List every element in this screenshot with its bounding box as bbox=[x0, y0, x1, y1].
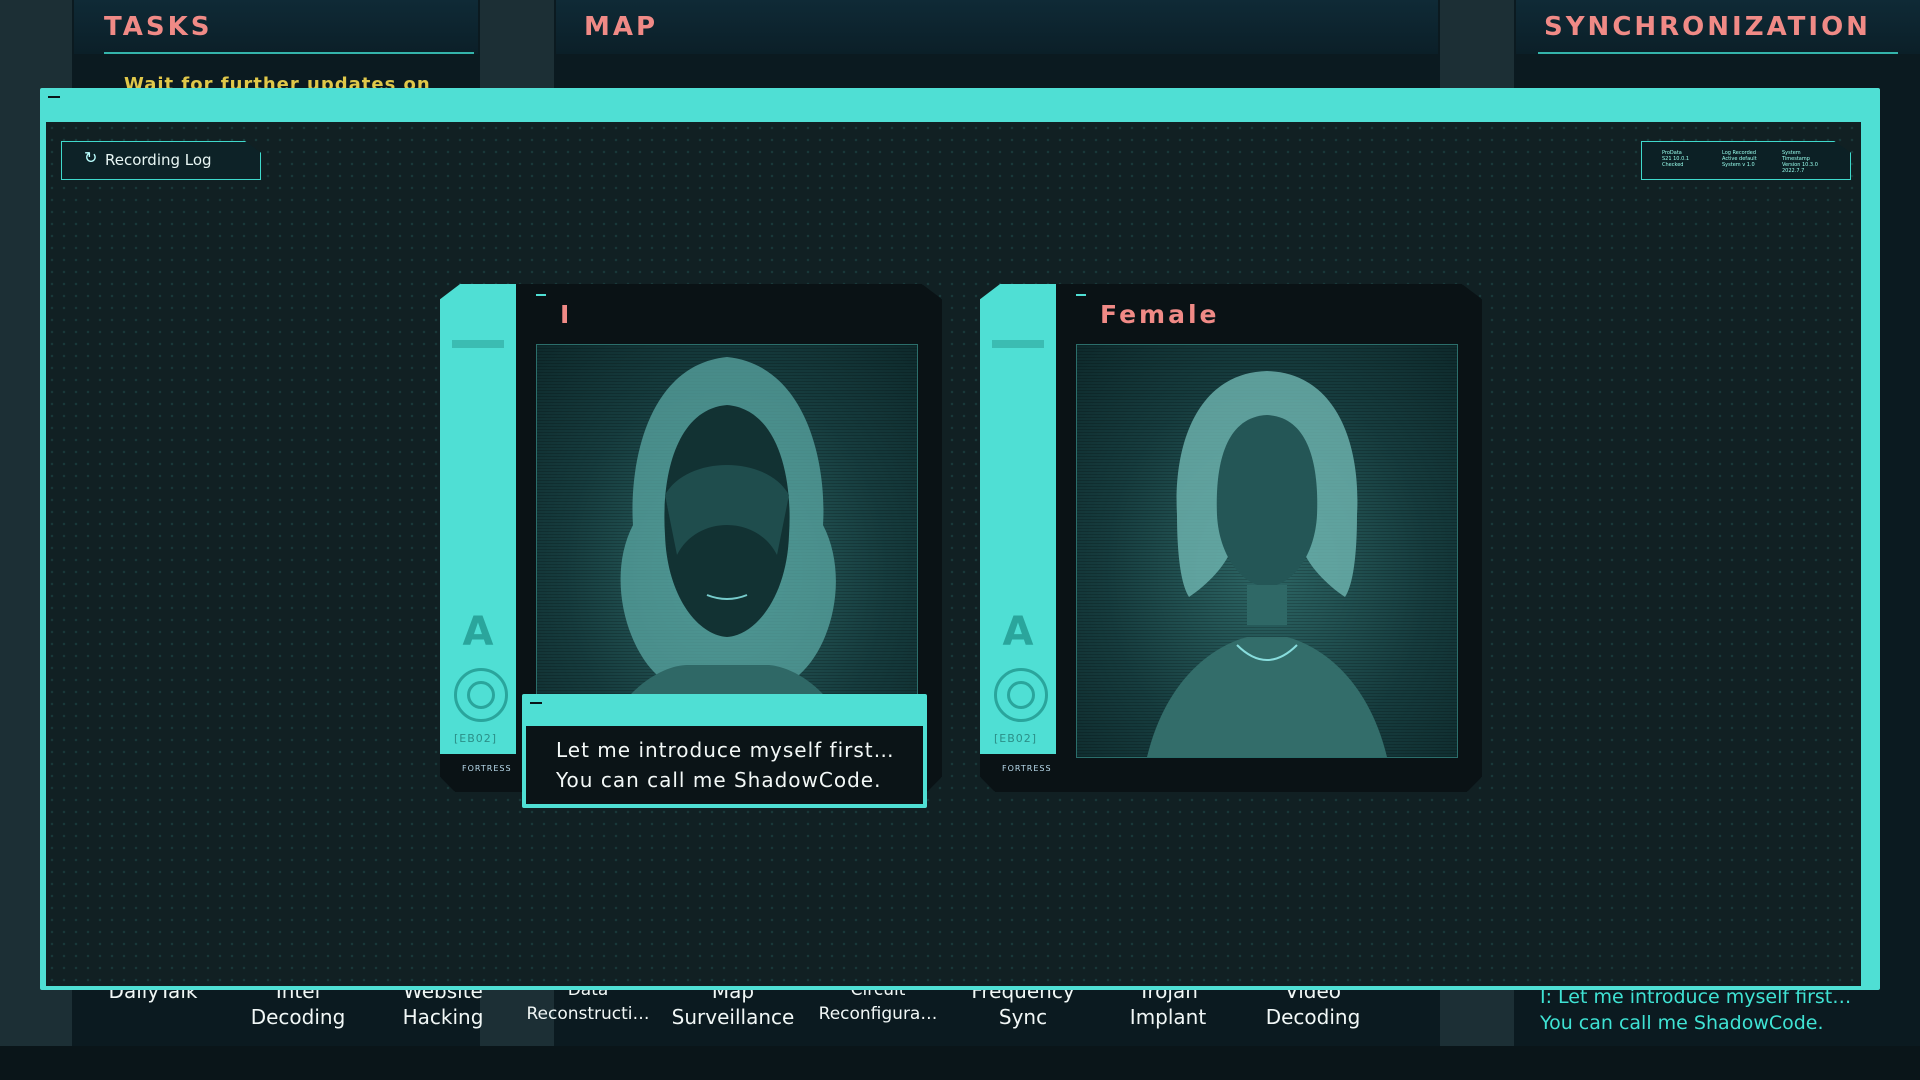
sync-panel-header: SYNCHRONIZATION bbox=[1516, 0, 1920, 54]
dialogue-line-2: You can call me ShadowCode. bbox=[556, 768, 882, 792]
card-name: I bbox=[560, 300, 573, 329]
tasks-divider bbox=[104, 52, 474, 54]
sync-log-line-2: You can call me ShadowCode. bbox=[1540, 1012, 1824, 1034]
name-tick bbox=[536, 294, 546, 296]
status-item: System Timestamp Version 10.3.0 2022.7.7 bbox=[1782, 150, 1818, 174]
card-name: Female bbox=[1100, 300, 1220, 329]
dialogue-body: Let me introduce myself first… You can c… bbox=[526, 726, 923, 804]
sync-divider bbox=[1538, 52, 1898, 54]
map-panel-header: MAP bbox=[556, 0, 1438, 54]
status-item: ProData S21 10.0.1 Checked bbox=[1662, 150, 1690, 168]
card-slot bbox=[992, 340, 1044, 348]
dialogue-line-1: Let me introduce myself first… bbox=[556, 738, 895, 762]
woman-portrait bbox=[1076, 344, 1458, 758]
dialogue-tick bbox=[530, 702, 542, 704]
tasks-title: TASKS bbox=[104, 12, 213, 42]
refresh-icon: ↻ bbox=[84, 148, 98, 167]
card-sidebar: A [EB02] bbox=[440, 284, 516, 754]
aegis-logo: A bbox=[1002, 609, 1034, 655]
card-code: [EB02] bbox=[454, 732, 498, 745]
card-code: [EB02] bbox=[994, 732, 1038, 745]
sync-title: SYNCHRONIZATION bbox=[1544, 12, 1871, 42]
card-footer: FORTRESS bbox=[462, 764, 512, 773]
woman-illustration bbox=[1147, 371, 1387, 757]
card-sidebar: A [EB02] bbox=[980, 284, 1056, 754]
tasks-panel-header: TASKS bbox=[74, 0, 478, 54]
emblem-icon bbox=[994, 668, 1048, 722]
map-title: MAP bbox=[584, 12, 659, 42]
recording-log-modal bbox=[46, 122, 1861, 986]
card-footer: FORTRESS bbox=[1002, 764, 1052, 773]
status-item: Log Recorded Active default System v 1.0 bbox=[1722, 150, 1757, 168]
card-slot bbox=[452, 340, 504, 348]
name-tick bbox=[1076, 294, 1086, 296]
system-status-box: ProData S21 10.0.1 Checked Log Recorded … bbox=[1641, 141, 1851, 180]
recording-log-label: Recording Log bbox=[105, 151, 212, 169]
dialogue-box[interactable]: Let me introduce myself first… You can c… bbox=[522, 694, 927, 808]
aegis-logo: A bbox=[462, 609, 494, 655]
bottom-status-bar bbox=[0, 1046, 1920, 1080]
recording-log-button[interactable]: ↻ Recording Log bbox=[61, 141, 261, 180]
emblem-icon bbox=[454, 668, 508, 722]
profile-card-right: A [EB02] Female FORTRESS bbox=[980, 284, 1482, 792]
modal-corner-tick bbox=[48, 96, 60, 98]
